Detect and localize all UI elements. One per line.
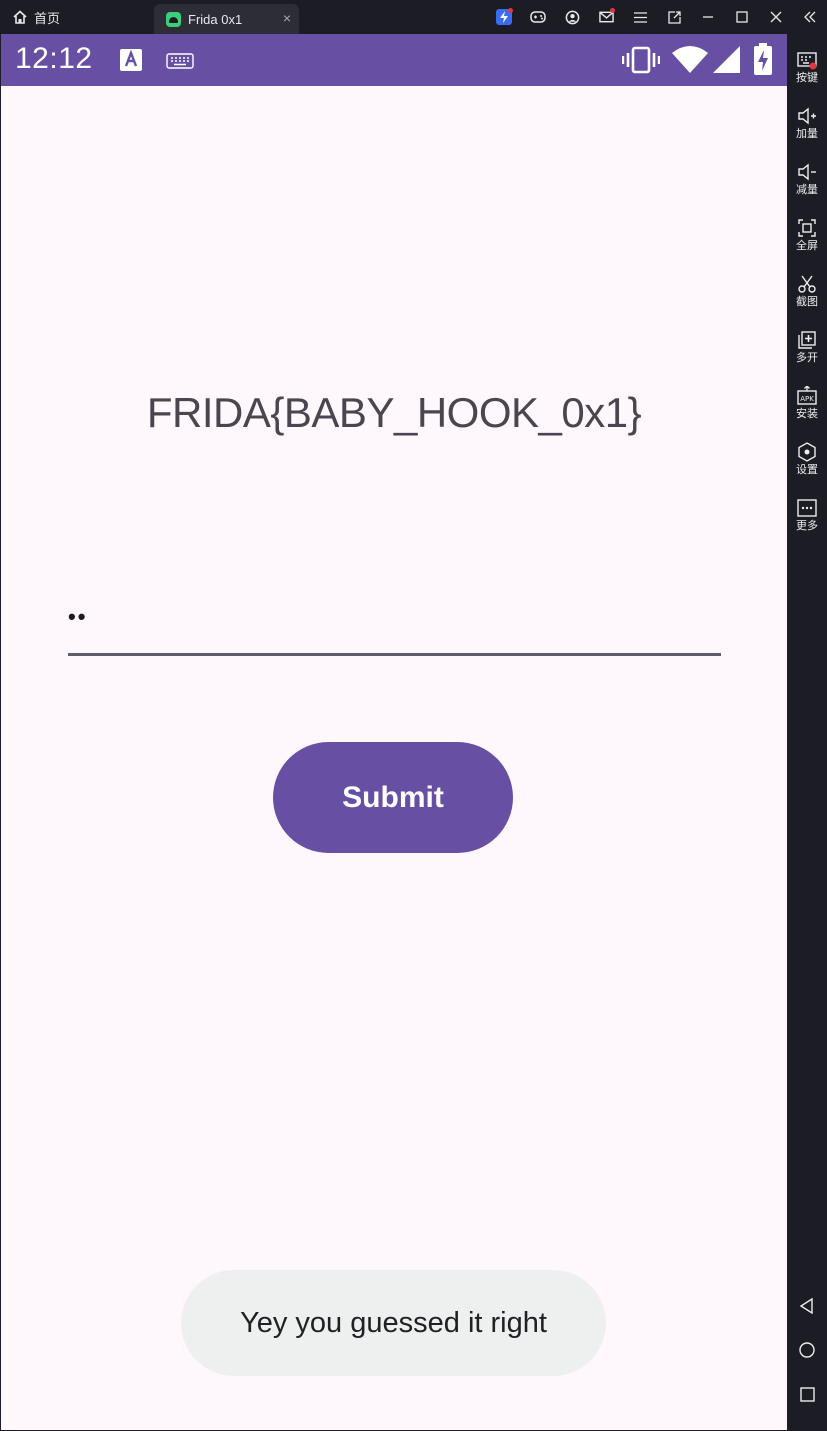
close-tab-button[interactable]: × xyxy=(283,10,291,26)
minimize-icon xyxy=(703,16,713,18)
menu-icon xyxy=(633,11,647,23)
keyboard-icon xyxy=(166,53,194,69)
mail-button[interactable] xyxy=(589,0,623,34)
notification-dot xyxy=(508,8,513,13)
window-controls xyxy=(487,0,827,34)
submit-button[interactable]: Submit xyxy=(273,742,513,853)
password-value: •• xyxy=(68,604,88,629)
sidebar-item-settings[interactable]: 设置 xyxy=(787,428,827,482)
signal-icon xyxy=(713,46,740,73)
back-icon xyxy=(799,1298,813,1314)
keyboard-map-icon xyxy=(797,52,817,70)
tab-title: Frida 0x1 xyxy=(188,11,243,27)
home-tab[interactable]: 首页 xyxy=(12,0,60,34)
nav-recents-button[interactable] xyxy=(787,1379,827,1409)
close-icon xyxy=(770,11,782,23)
sidebar-item-volume-down[interactable]: 减量 xyxy=(787,148,827,202)
status-clock: 12:12 xyxy=(15,42,93,75)
svg-text:APK: APK xyxy=(800,395,814,403)
apk-icon: APK xyxy=(797,386,817,405)
minimize-button[interactable] xyxy=(691,0,725,34)
battery-charging-icon xyxy=(754,43,772,75)
toast-message: Yey you guessed it right xyxy=(181,1270,606,1376)
close-window-button[interactable] xyxy=(759,0,793,34)
account-icon xyxy=(565,10,579,24)
sidebar-label: 安装 xyxy=(796,408,818,420)
home-icon xyxy=(13,10,27,24)
home-tab-label: 首页 xyxy=(34,10,61,26)
sidebar-item-keymap[interactable]: 按键 xyxy=(787,36,827,90)
sidebar-label: 截图 xyxy=(796,296,818,308)
vibrate-icon xyxy=(622,46,660,74)
scissors-icon xyxy=(798,275,816,293)
mail-notification-dot xyxy=(610,8,615,13)
maximize-button[interactable] xyxy=(725,0,759,34)
recents-icon xyxy=(799,1386,815,1402)
export-button[interactable] xyxy=(657,0,691,34)
sidebar-label: 减量 xyxy=(796,184,818,196)
sidebar-item-fullscreen[interactable]: 全屏 xyxy=(787,204,827,258)
status-bar: 12:12 xyxy=(1,34,787,86)
wifi-icon xyxy=(672,46,708,73)
lightning-button[interactable] xyxy=(487,0,521,34)
android-icon xyxy=(166,11,181,27)
input-underline xyxy=(68,653,721,656)
android-screen: 12:12 FRIDA{BABY_HOOK_0x1} •• Submit Yey… xyxy=(1,34,787,1430)
menu-button[interactable] xyxy=(623,0,657,34)
more-icon xyxy=(797,499,817,517)
sidebar-label: 按键 xyxy=(796,72,818,84)
sidebar-item-install[interactable]: APK 安装 xyxy=(787,372,827,426)
sidebar-label: 多开 xyxy=(796,352,818,364)
emulator-titlebar: 首页 Frida 0x1 × xyxy=(0,0,827,34)
sidebar-label: 更多 xyxy=(796,520,818,532)
maximize-icon xyxy=(736,11,748,23)
sidebar-item-more[interactable]: 更多 xyxy=(787,484,827,538)
sidebar-label: 设置 xyxy=(796,464,818,476)
home-circle-icon xyxy=(799,1342,815,1358)
volume-up-icon xyxy=(798,107,816,125)
collapse-icon xyxy=(804,11,816,23)
emulator-sidebar: 按键 加量 减量 全屏 截图 多开 APK 安装 设置 更多 xyxy=(787,34,827,1431)
sidebar-item-multi-instance[interactable]: 多开 xyxy=(787,316,827,370)
password-input[interactable]: •• xyxy=(68,574,721,656)
tab-frida-0x1[interactable]: Frida 0x1 × xyxy=(154,4,299,34)
nav-back-button[interactable] xyxy=(787,1291,827,1321)
flag-text: FRIDA{BABY_HOOK_0x1} xyxy=(146,389,642,436)
fullscreen-icon xyxy=(798,219,816,237)
sidebar-item-screenshot[interactable]: 截图 xyxy=(787,260,827,314)
sidebar-label: 加量 xyxy=(796,128,818,140)
export-icon xyxy=(667,10,681,24)
nav-home-button[interactable] xyxy=(787,1335,827,1365)
gamepad-icon xyxy=(530,11,546,23)
account-button[interactable] xyxy=(555,0,589,34)
collapse-sidebar-button[interactable] xyxy=(793,0,827,34)
text-a-icon xyxy=(120,49,142,71)
multi-instance-icon xyxy=(798,331,816,349)
sidebar-item-volume-up[interactable]: 加量 xyxy=(787,92,827,146)
sidebar-label: 全屏 xyxy=(796,240,818,252)
settings-icon xyxy=(798,442,816,462)
volume-down-icon xyxy=(798,163,816,181)
gamepad-button[interactable] xyxy=(521,0,555,34)
